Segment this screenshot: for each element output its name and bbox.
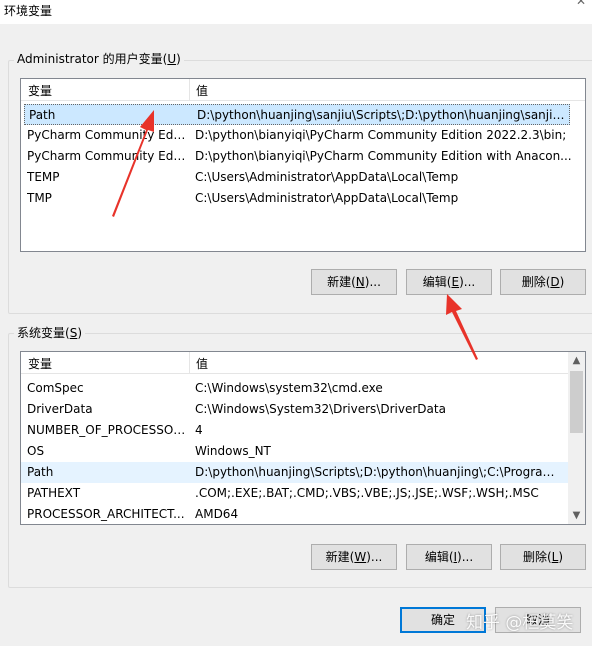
var-name: PyCharm Community Editi...: [27, 128, 187, 142]
var-name: OS: [27, 444, 45, 458]
system-var-row-path[interactable]: Path D:\python\huanjing\Scripts\;D:\pyth…: [21, 462, 568, 483]
user-var-row[interactable]: TEMP C:\Users\Administrator\AppData\Loca…: [21, 167, 585, 188]
system-variables-list[interactable]: 变量 值 ComSpec C:\Windows\system32\cmd.exe…: [20, 351, 586, 525]
user-var-row[interactable]: PyCharm Community Editi... D:\python\bia…: [21, 125, 585, 146]
var-name: Path: [29, 108, 56, 122]
system-variables-label: 系统变量(S): [14, 324, 85, 341]
var-name: ComSpec: [27, 381, 84, 395]
var-name: PROCESSOR_ARCHITECT...: [27, 507, 185, 521]
var-value: D:\python\bianyiqi\PyCharm Community Edi…: [195, 128, 567, 142]
user-var-row[interactable]: TMP C:\Users\Administrator\AppData\Local…: [21, 188, 585, 209]
system-var-row[interactable]: ComSpec C:\Windows\system32\cmd.exe: [21, 378, 568, 399]
watermark: 知乎 @桓莫笑: [466, 613, 574, 633]
column-header-variable[interactable]: 变量: [28, 82, 52, 99]
scrollbar-thumb[interactable]: [570, 371, 583, 433]
var-value: D:\python\huanjing\Scripts\;D:\python\hu…: [195, 465, 563, 479]
system-var-row[interactable]: PROCESSOR_ARCHITECT... AMD64: [21, 504, 568, 524]
user-new-button[interactable]: 新建(N)...: [311, 269, 397, 295]
chevron-down-icon[interactable]: ▼: [568, 507, 585, 524]
var-value: C:\Windows\System32\Drivers\DriverData: [195, 402, 446, 416]
column-divider[interactable]: [189, 352, 190, 374]
close-icon[interactable]: ✕: [576, 0, 586, 8]
var-value: 4: [195, 423, 203, 437]
var-name: TMP: [27, 191, 52, 205]
var-value: C:\Users\Administrator\AppData\Local\Tem…: [195, 191, 459, 205]
user-var-row-path[interactable]: Path D:\python\huanjing\sanjiu\Scripts\;…: [24, 104, 570, 125]
list-header: 变量 值: [21, 352, 568, 374]
var-name: DriverData: [27, 402, 93, 416]
system-new-button[interactable]: 新建(W)...: [311, 544, 397, 570]
user-var-row[interactable]: PyCharm Community Editi... D:\python\bia…: [21, 146, 585, 167]
user-delete-button[interactable]: 删除(D): [500, 269, 586, 295]
var-value: Windows_NT: [195, 444, 271, 458]
var-value: D:\python\bianyiqi\PyCharm Community Edi…: [195, 149, 572, 163]
var-name: PyCharm Community Editi...: [27, 149, 187, 163]
column-header-variable[interactable]: 变量: [28, 355, 52, 372]
system-var-row[interactable]: OS Windows_NT: [21, 441, 568, 462]
system-edit-button[interactable]: 编辑(I)...: [406, 544, 492, 570]
system-delete-button[interactable]: 删除(L): [500, 544, 586, 570]
system-var-row[interactable]: DriverData C:\Windows\System32\Drivers\D…: [21, 399, 568, 420]
var-name: PATHEXT: [27, 486, 81, 500]
column-divider[interactable]: [189, 79, 190, 101]
system-var-row[interactable]: NUMBER_OF_PROCESSORS 4: [21, 420, 568, 441]
title-bar: 环境变量 ✕: [0, 0, 592, 24]
var-value: AMD64: [195, 507, 239, 521]
window-title: 环境变量: [4, 4, 53, 18]
var-name: TEMP: [27, 170, 60, 184]
column-header-value[interactable]: 值: [196, 355, 208, 372]
user-edit-button[interactable]: 编辑(E)...: [406, 269, 492, 295]
var-value: D:\python\huanjing\sanjiu\Scripts\;D:\py…: [197, 108, 569, 122]
user-variables-list[interactable]: 变量 值 Path D:\python\huanjing\sanjiu\Scri…: [20, 78, 586, 252]
vertical-scrollbar[interactable]: ▲ ▼: [568, 352, 585, 524]
var-value: C:\Windows\system32\cmd.exe: [195, 381, 383, 395]
system-var-row[interactable]: PATHEXT .COM;.EXE;.BAT;.CMD;.VBS;.VBE;.J…: [21, 483, 568, 504]
var-name: NUMBER_OF_PROCESSORS: [27, 423, 187, 437]
column-header-value[interactable]: 值: [196, 82, 208, 99]
user-variables-label: Administrator 的用户变量(U): [14, 50, 184, 67]
var-value: .COM;.EXE;.BAT;.CMD;.VBS;.VBE;.JS;.JSE;.…: [195, 486, 539, 500]
chevron-up-icon[interactable]: ▲: [568, 352, 585, 369]
var-value: C:\Users\Administrator\AppData\Local\Tem…: [195, 170, 459, 184]
var-name: Path: [27, 465, 54, 479]
list-header: 变量 值: [21, 79, 585, 101]
